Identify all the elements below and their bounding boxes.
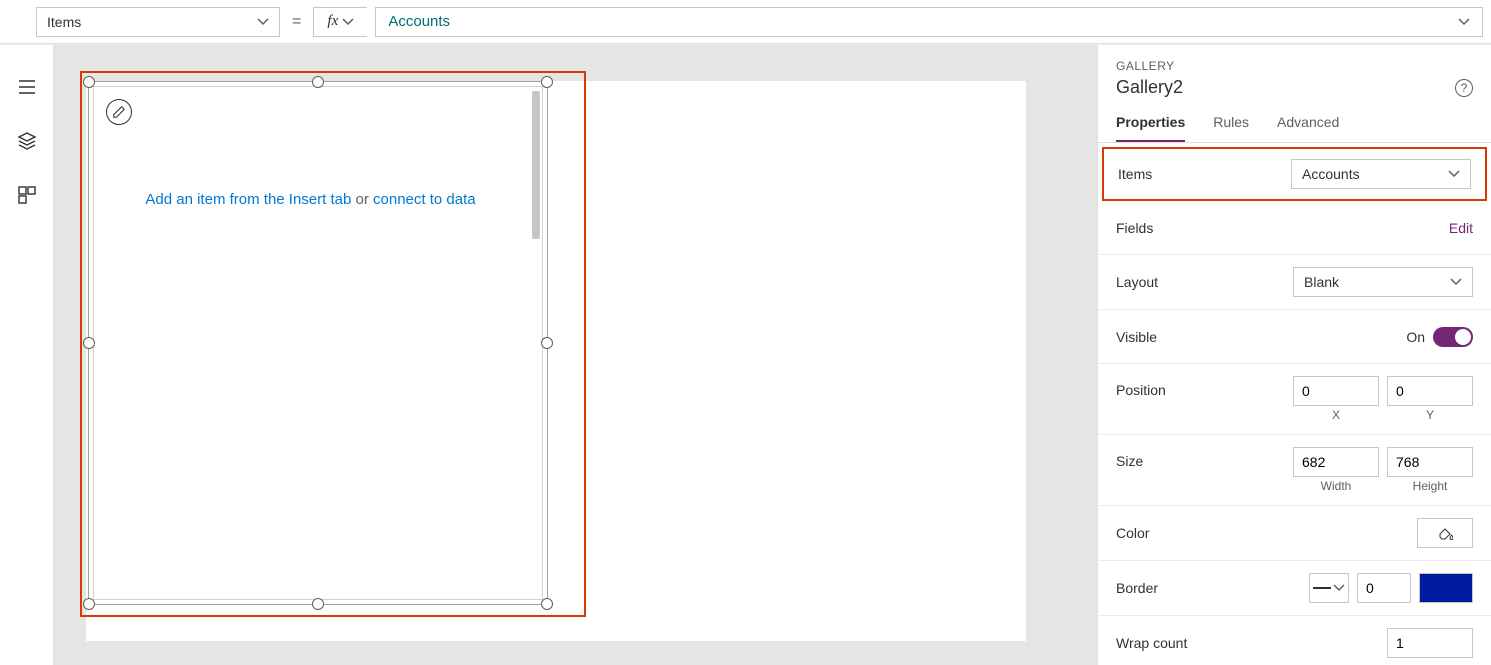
height-sublabel: Height [1387,479,1473,493]
pencil-icon [112,105,126,119]
border-color-picker[interactable] [1419,573,1473,603]
wrapcount-label: Wrap count [1116,635,1187,651]
size-label: Size [1116,447,1143,469]
size-property-row: Size Width Height [1098,435,1491,506]
left-rail [0,45,54,665]
screen[interactable]: Add an item from the Insert tab or conne… [86,81,1026,641]
resize-handle[interactable] [541,598,553,610]
position-property-row: Position X Y [1098,364,1491,435]
control-type-label: GALLERY [1116,59,1473,73]
tab-rules[interactable]: Rules [1213,114,1249,142]
position-label: Position [1116,376,1166,398]
resize-handle[interactable] [312,76,324,88]
resize-handle[interactable] [541,76,553,88]
layout-label: Layout [1116,274,1158,290]
visible-state-text: On [1406,329,1425,345]
chevron-down-icon [1333,582,1345,594]
gallery-placeholder: Add an item from the Insert tab or conne… [94,191,527,208]
position-y-input[interactable] [1387,376,1473,406]
chevron-down-icon [1458,16,1470,28]
hamburger-icon[interactable] [17,77,37,97]
border-label: Border [1116,580,1158,596]
fx-button[interactable]: fx [313,7,367,37]
visible-label: Visible [1116,329,1157,345]
chevron-down-icon [342,16,354,28]
property-selector-label: Items [47,14,81,30]
gallery-control[interactable]: Add an item from the Insert tab or conne… [88,81,548,605]
tab-advanced[interactable]: Advanced [1277,114,1339,142]
insert-tab-link[interactable]: Add an item from the Insert tab [145,191,351,208]
border-property-row: Border [1098,561,1491,616]
fields-label: Fields [1116,220,1153,236]
layout-property-row: Layout Blank [1098,255,1491,310]
resize-handle[interactable] [83,337,95,349]
position-x-input[interactable] [1293,376,1379,406]
fields-property-row: Fields Edit [1098,201,1491,255]
properties-panel: GALLERY Gallery2 ? Properties Rules Adva… [1097,45,1491,665]
layers-icon[interactable] [17,131,37,151]
border-width-input[interactable] [1357,573,1411,603]
resize-handle[interactable] [83,76,95,88]
resize-handle[interactable] [83,598,95,610]
layout-dropdown[interactable]: Blank [1293,267,1473,297]
color-label: Color [1116,525,1149,541]
control-name[interactable]: Gallery2 [1116,77,1183,98]
chevron-down-icon [1450,276,1462,288]
equals-sign: = [288,13,305,31]
visible-property-row: Visible On [1098,310,1491,364]
border-style-dropdown[interactable] [1309,573,1349,603]
help-icon[interactable]: ? [1455,79,1473,97]
size-height-input[interactable] [1387,447,1473,477]
gallery-template: Add an item from the Insert tab or conne… [93,86,543,600]
x-sublabel: X [1293,408,1379,422]
formula-input[interactable]: Accounts [375,7,1483,37]
chevron-down-icon [1448,168,1460,180]
width-sublabel: Width [1293,479,1379,493]
components-icon[interactable] [17,185,37,205]
tab-properties[interactable]: Properties [1116,114,1185,142]
panel-header: GALLERY Gallery2 ? [1098,45,1491,98]
connect-data-link[interactable]: connect to data [373,191,476,208]
chevron-down-icon [257,16,269,28]
property-selector[interactable]: Items [36,7,280,37]
resize-handle[interactable] [312,598,324,610]
resize-handle[interactable] [541,337,553,349]
fields-edit-link[interactable]: Edit [1449,220,1473,236]
formula-text: Accounts [388,13,450,30]
y-sublabel: Y [1387,408,1473,422]
size-width-input[interactable] [1293,447,1379,477]
fx-label: fx [327,13,338,30]
formula-bar: Items = fx Accounts [0,0,1491,44]
paint-bucket-icon [1437,525,1453,541]
color-picker[interactable] [1417,518,1473,548]
wrapcount-property-row: Wrap count [1098,616,1491,665]
visible-toggle[interactable] [1433,327,1473,347]
panel-tabs: Properties Rules Advanced [1098,114,1491,143]
wrapcount-input[interactable] [1387,628,1473,658]
color-property-row: Color [1098,506,1491,561]
items-property-row: Items Accounts [1102,147,1487,201]
main-area: Add an item from the Insert tab or conne… [0,44,1491,665]
items-label: Items [1118,166,1152,182]
edit-template-button[interactable] [106,99,132,125]
canvas-area[interactable]: Add an item from the Insert tab or conne… [54,45,1097,665]
items-dropdown[interactable]: Accounts [1291,159,1471,189]
scrollbar[interactable] [532,91,540,239]
